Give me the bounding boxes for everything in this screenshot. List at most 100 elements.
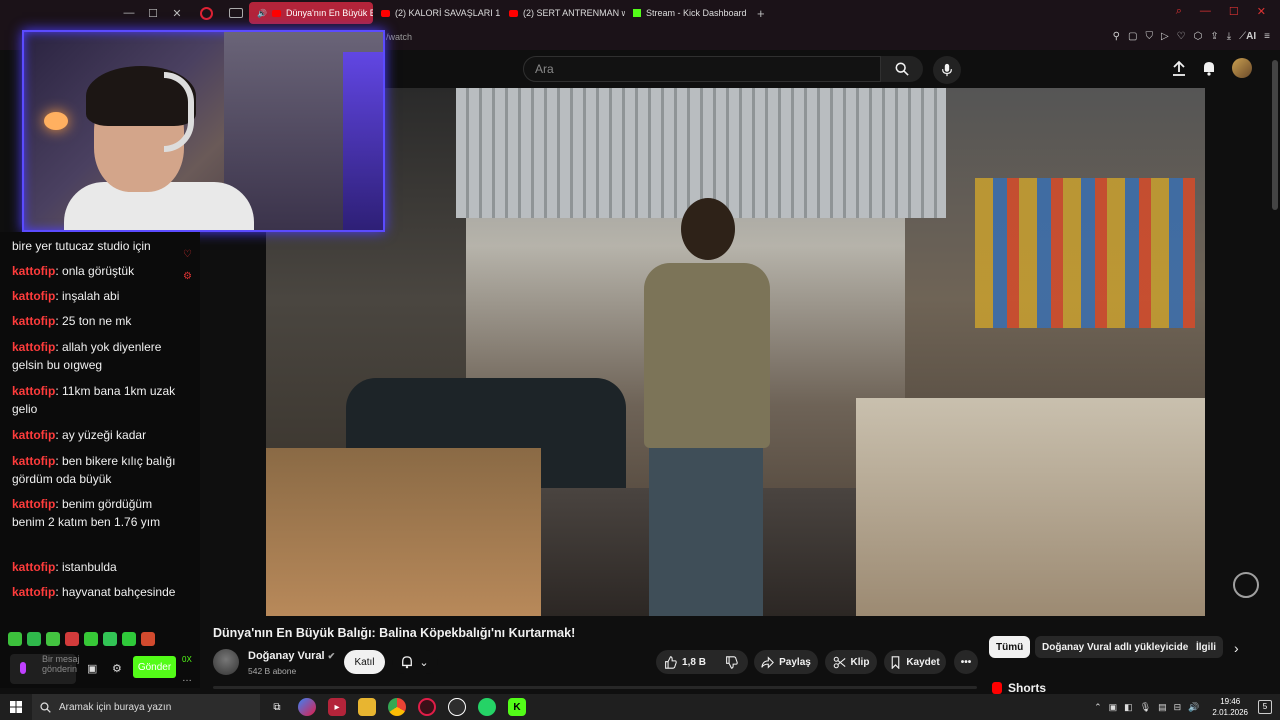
chip-related[interactable]: İlgili xyxy=(1189,636,1223,658)
chat-input[interactable]: Bir mesaj gönderin xyxy=(10,654,80,684)
chat-username[interactable]: kattofip xyxy=(12,289,55,303)
kick-icon xyxy=(633,9,641,17)
subscription-bell-button[interactable]: ⌄ xyxy=(392,650,438,674)
new-tab-button[interactable]: + xyxy=(757,6,765,21)
emote-icon[interactable] xyxy=(141,632,155,646)
maximize-icon[interactable]: ☐ xyxy=(146,7,160,20)
tab-antrenman[interactable]: (2) SERT ANTRENMAN w xyxy=(501,2,625,24)
more-options-icon[interactable]: … xyxy=(182,673,192,684)
chat-username[interactable]: kattofip xyxy=(12,497,55,511)
minimize-icon[interactable]: — xyxy=(1200,5,1211,18)
task-view-icon[interactable]: ⧉ xyxy=(268,698,286,716)
emote-picker-icon[interactable]: ▣ xyxy=(87,662,97,675)
shield-icon[interactable]: ⛉ xyxy=(1145,31,1153,42)
heart-icon[interactable]: ♡ xyxy=(1177,31,1186,42)
chat-username[interactable]: kattofip xyxy=(12,585,55,599)
download-icon[interactable]: ⤓ xyxy=(1227,31,1231,42)
emote-icon[interactable] xyxy=(103,632,117,646)
chat-message: kattofip: istanbulda xyxy=(12,560,117,574)
kick-app-icon[interactable]: K xyxy=(508,698,526,716)
emote-icon[interactable] xyxy=(122,632,136,646)
play-icon[interactable]: ▷ xyxy=(1161,31,1169,42)
chat-gear-icon[interactable]: ⚙ xyxy=(183,271,192,282)
search-icon[interactable]: ⌕ xyxy=(1176,5,1182,18)
close-icon[interactable]: ✕ xyxy=(170,7,184,20)
tab-kick-dashboard[interactable]: Stream - Kick Dashboard xyxy=(625,2,749,24)
channel-name-text[interactable]: Doğanay Vural xyxy=(248,650,325,662)
channel-name[interactable]: Doğanay Vural ✔ xyxy=(248,650,335,662)
ai-button[interactable]: ⟋AI xyxy=(1239,31,1256,42)
obs-icon[interactable] xyxy=(448,698,466,716)
chat-settings-icon[interactable]: ♡ xyxy=(183,249,192,260)
clip-label: Klip xyxy=(850,656,870,668)
emote-icon[interactable] xyxy=(65,632,79,646)
taskbar-search[interactable]: Aramak için buraya yazın xyxy=(32,694,260,720)
notifications-icon[interactable]: 5 xyxy=(1258,700,1272,714)
copilot-icon[interactable] xyxy=(298,698,316,716)
whatsapp-icon[interactable] xyxy=(478,698,496,716)
chip-uploader[interactable]: Doğanay Vural adlı yükleyiciden xyxy=(1035,636,1202,658)
chat-message: kattofip: 25 ton ne mk xyxy=(12,314,132,328)
file-explorer-icon[interactable] xyxy=(358,698,376,716)
chat-username[interactable]: kattofip xyxy=(12,428,55,442)
tray-app-icon[interactable]: ▣ xyxy=(1109,702,1118,713)
clip-button[interactable]: Klip xyxy=(825,650,877,674)
search-button[interactable] xyxy=(881,56,923,82)
emote-icon[interactable] xyxy=(84,632,98,646)
tab-menu-icon[interactable] xyxy=(229,8,243,18)
network-icon[interactable]: ⊟ xyxy=(1174,702,1182,713)
tab-youtube-active[interactable]: 🔊 Dünya'nın En Büyük Ba xyxy=(249,2,373,24)
emote-icon[interactable] xyxy=(27,632,41,646)
chat-message: kattofip: 11km bana 1km uzak gelio xyxy=(12,384,176,416)
channel-watermark-icon[interactable] xyxy=(1233,572,1259,598)
maximize-icon[interactable]: ☐ xyxy=(1229,5,1239,18)
chat-username[interactable]: kattofip xyxy=(12,454,55,468)
tray-app-icon[interactable]: ▤ xyxy=(1158,702,1167,713)
start-button[interactable] xyxy=(0,694,32,720)
url-text[interactable]: /watch xyxy=(386,32,412,42)
chat-username[interactable]: kattofip xyxy=(12,384,55,398)
opera-logo-icon[interactable] xyxy=(200,6,213,20)
chat-settings-gear-icon[interactable]: ⚙ xyxy=(112,662,122,675)
search-input[interactable] xyxy=(524,57,880,81)
like-button[interactable]: 1,8 B xyxy=(656,650,714,674)
minimize-icon[interactable]: — xyxy=(122,7,136,19)
menu-icon[interactable]: ≡ xyxy=(1264,31,1270,42)
save-button[interactable]: Kaydet xyxy=(884,650,946,674)
share-button[interactable]: Paylaş xyxy=(754,650,818,674)
video-player[interactable] xyxy=(266,88,1205,616)
voice-search-button[interactable] xyxy=(933,56,961,84)
clock[interactable]: 19:46 2.01.2026 xyxy=(1212,696,1248,718)
upload-icon[interactable] xyxy=(1172,60,1186,76)
tab-kalori[interactable]: (2) KALORİ SAVAŞLARI 1: xyxy=(373,2,501,24)
pin-icon[interactable]: ⚲ xyxy=(1113,31,1120,42)
notifications-bell-icon[interactable] xyxy=(1202,60,1216,76)
emote-icon[interactable] xyxy=(46,632,60,646)
shorts-section-header[interactable]: Shorts xyxy=(992,681,1046,695)
media-app-icon[interactable]: ▸ xyxy=(328,698,346,716)
chat-username[interactable]: kattofip xyxy=(12,314,55,328)
tray-app-icon[interactable]: ◧ xyxy=(1124,702,1133,713)
opera-icon[interactable] xyxy=(418,698,436,716)
send-button[interactable]: Gönder xyxy=(133,656,176,678)
chevron-up-icon[interactable]: ⌃ xyxy=(1094,702,1102,713)
volume-icon[interactable]: 🔊 xyxy=(1188,702,1199,713)
more-actions-button[interactable]: ••• xyxy=(954,650,978,674)
extensions-icon[interactable]: ⬡ xyxy=(1194,31,1203,42)
chevron-right-icon[interactable]: › xyxy=(1234,640,1239,656)
mic-tray-icon[interactable]: 🎙 xyxy=(1140,702,1151,713)
share-icon[interactable]: ⇪ xyxy=(1210,31,1218,42)
chat-username[interactable]: kattofip xyxy=(12,340,55,354)
emote-icon[interactable] xyxy=(8,632,22,646)
page-scrollbar[interactable] xyxy=(1272,60,1278,210)
chat-username[interactable]: kattofip xyxy=(12,560,55,574)
snapshot-icon[interactable]: ▢ xyxy=(1128,31,1137,42)
channel-avatar[interactable] xyxy=(213,649,239,675)
account-avatar[interactable] xyxy=(1232,58,1252,78)
dislike-button[interactable] xyxy=(714,650,748,674)
chat-username[interactable]: kattofip xyxy=(12,264,55,278)
join-button[interactable]: Katıl xyxy=(344,650,385,674)
chrome-icon[interactable] xyxy=(388,698,406,716)
close-icon[interactable]: ✕ xyxy=(1257,5,1266,18)
chip-all[interactable]: Tümü xyxy=(989,636,1031,658)
